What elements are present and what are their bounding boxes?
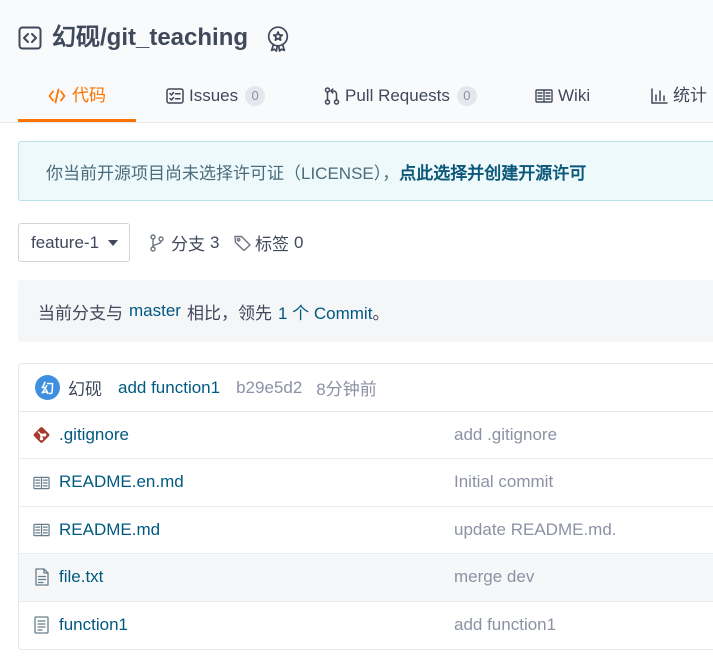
base-branch-link[interactable]: master	[129, 301, 181, 321]
pull-requests-count-badge: 0	[456, 86, 477, 106]
repo-code-icon	[18, 26, 42, 50]
license-notice-text: 你当前开源项目尚未选择许可证（LICENSE），	[46, 163, 400, 183]
tags-count: 0	[294, 232, 304, 252]
tab-stats-label: 统计	[673, 86, 707, 105]
wiki-book-icon	[535, 89, 553, 103]
file-last-commit[interactable]: Initial commit	[454, 459, 553, 505]
tag-icon	[234, 235, 251, 251]
file-row: .gitignore add .gitignore	[19, 412, 713, 460]
file-text-icon	[33, 568, 50, 587]
file-name[interactable]: function1	[59, 602, 128, 648]
commit-time: 8分钟前	[316, 380, 377, 399]
avatar-initial: 幻	[40, 381, 54, 396]
file-last-commit[interactable]: add .gitignore	[454, 412, 557, 458]
readme-book-icon	[33, 523, 50, 537]
license-notice: 你当前开源项目尚未选择许可证（LICENSE）， 点此选择并创建开源许可	[18, 141, 713, 201]
file-name[interactable]: .gitignore	[59, 412, 129, 458]
tab-wiki-label: Wiki	[558, 86, 591, 105]
branches-link[interactable]: 分支 3	[150, 223, 219, 262]
compare-prefix: 当前分支与	[38, 303, 123, 323]
repo-title[interactable]: 幻砚/git_teaching	[52, 22, 248, 54]
commit-author[interactable]: 幻砚	[68, 375, 102, 400]
branch-select-dropdown[interactable]: feature-1	[18, 223, 130, 262]
tab-pull-requests[interactable]: Pull Requests 0	[324, 80, 477, 122]
compare-suffix: 。	[372, 303, 390, 323]
repo-page: 幻砚/git_teaching 代码 Issues 0 Pull Request…	[0, 0, 713, 666]
branches-label: 分支	[171, 235, 205, 254]
latest-commit-message[interactable]: add function1	[118, 378, 220, 398]
file-last-commit[interactable]: update README.md.	[454, 507, 617, 553]
code-icon	[48, 88, 66, 104]
file-row: file.txt merge dev	[19, 554, 713, 602]
file-icon	[33, 616, 50, 634]
readme-book-icon	[33, 476, 50, 490]
file-name[interactable]: file.txt	[59, 554, 103, 600]
stats-chart-icon	[651, 88, 668, 104]
file-name[interactable]: README.en.md	[59, 459, 184, 505]
chevron-down-icon	[108, 240, 118, 246]
repo-title-row: 幻砚/git_teaching	[18, 22, 291, 54]
file-last-commit[interactable]: add function1	[454, 602, 556, 648]
compare-middle: 相比，领先	[186, 303, 272, 323]
issues-icon	[166, 88, 184, 104]
file-tree-table: 幻 幻砚 add function1 b29e5d2 8分钟前 .gitigno…	[18, 363, 713, 650]
tab-stats[interactable]: 统计	[651, 80, 707, 122]
git-icon	[33, 426, 50, 444]
file-row: README.md update README.md.	[19, 507, 713, 555]
file-row: README.en.md Initial commit	[19, 459, 713, 507]
branch-compare-notice: 当前分支与 master 相比，领先 1 个 Commit 。	[18, 280, 713, 342]
award-badge-icon[interactable]	[265, 25, 291, 52]
tab-wiki[interactable]: Wiki	[535, 80, 590, 122]
current-branch: feature-1	[31, 232, 100, 252]
latest-commit-bar: 幻 幻砚 add function1 b29e5d2 8分钟前	[19, 364, 713, 412]
branches-count: 3	[210, 232, 220, 252]
file-name[interactable]: README.md	[59, 507, 160, 553]
file-last-commit[interactable]: merge dev	[454, 554, 534, 600]
tab-issues-label: Issues	[189, 86, 239, 105]
branch-icon	[150, 233, 164, 252]
create-license-link[interactable]: 点此选择并创建开源许可	[399, 159, 586, 184]
pull-request-icon	[324, 87, 340, 105]
tab-pull-requests-label: Pull Requests	[345, 86, 450, 105]
file-row: function1 add function1	[19, 602, 713, 649]
tags-link[interactable]: 标签 0	[234, 223, 303, 262]
tab-issues[interactable]: Issues 0	[166, 80, 266, 122]
tags-label: 标签	[255, 235, 289, 254]
avatar[interactable]: 幻	[35, 375, 60, 400]
commit-sha[interactable]: b29e5d2	[236, 378, 302, 398]
ahead-commits-link[interactable]: 1 个 Commit	[278, 299, 372, 324]
tab-code-label: 代码	[72, 86, 106, 105]
issues-count-badge: 0	[245, 86, 266, 106]
tab-code[interactable]: 代码	[18, 80, 136, 122]
active-tab-indicator	[18, 119, 136, 122]
